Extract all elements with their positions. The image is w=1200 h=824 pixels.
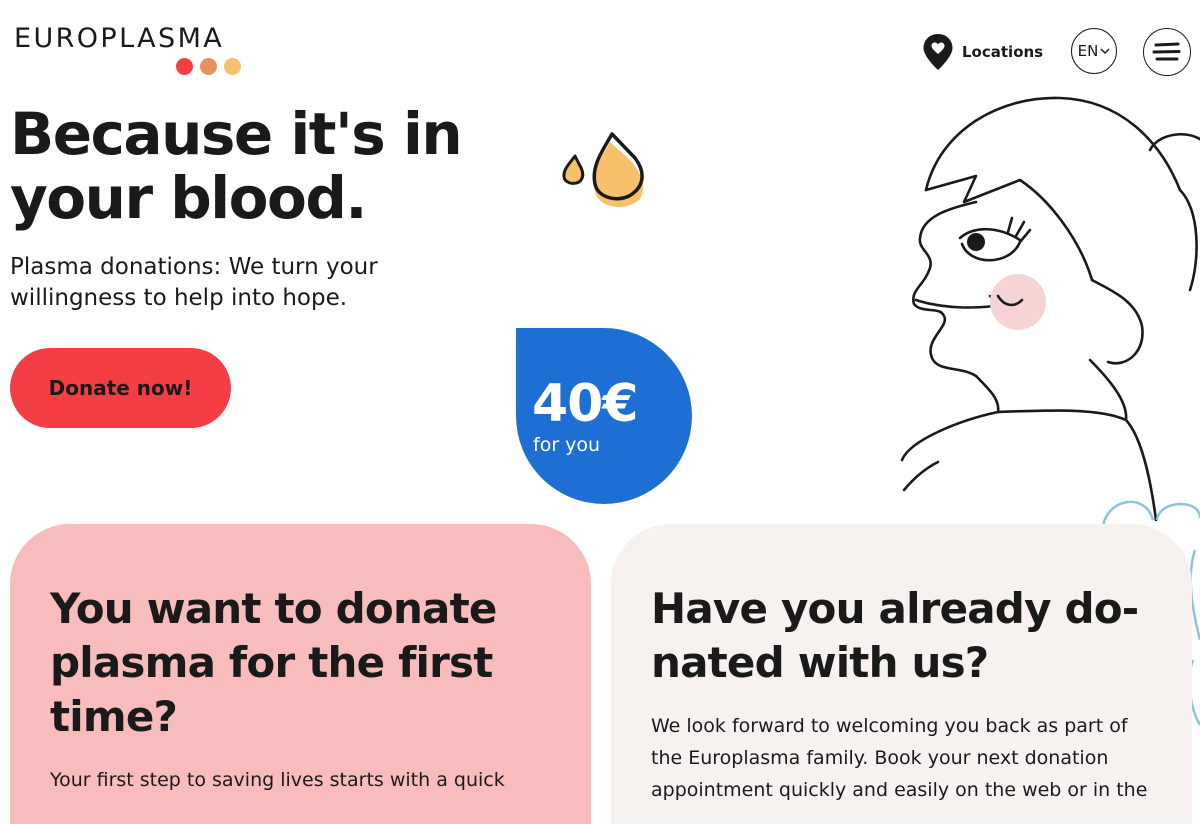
returning-card-text: We look forward to welcoming you back as…: [651, 715, 1148, 801]
map-pin-icon: [923, 34, 953, 70]
donate-now-button[interactable]: Donate now!: [10, 348, 231, 428]
logo[interactable]: EUROPLASMA: [14, 23, 241, 75]
reward-caption: for you: [533, 434, 601, 456]
first-time-card-title: You want to donate plasma for the first …: [50, 584, 497, 741]
first-time-card-text: Your first step to saving lives starts w…: [50, 769, 505, 791]
hero-title: Because it's in your blood.: [10, 100, 463, 232]
logo-dots: [176, 58, 246, 76]
plasma-drops-illustration: [562, 132, 644, 207]
returning-card-title: Have you already do-nated with us?: [651, 584, 1139, 687]
language-label: EN: [1077, 42, 1099, 60]
menu-button[interactable]: [1143, 28, 1191, 76]
chevron-down-icon: [1100, 48, 1110, 54]
reward-badge: 40€ for you: [516, 328, 692, 504]
logo-wordmark: EUROPLASMA: [14, 23, 225, 54]
woman-illustration: [900, 96, 1200, 522]
logo-dot-orange: [200, 58, 217, 75]
hero-subtitle: Plasma donations: We turn your willingne…: [10, 254, 378, 311]
hamburger-menu-icon: [1152, 42, 1181, 61]
returning-donor-card: Have you already do-nated with us? We lo…: [611, 524, 1192, 824]
language-selector[interactable]: EN: [1071, 28, 1117, 74]
locations-link[interactable]: Locations: [922, 33, 1043, 71]
first-time-donor-card: You want to donate plasma for the first …: [10, 524, 591, 824]
locations-label: Locations: [962, 43, 1044, 61]
reward-amount: 40€: [532, 374, 639, 434]
logo-dot-red: [176, 58, 193, 75]
logo-dot-yellow: [224, 58, 241, 75]
